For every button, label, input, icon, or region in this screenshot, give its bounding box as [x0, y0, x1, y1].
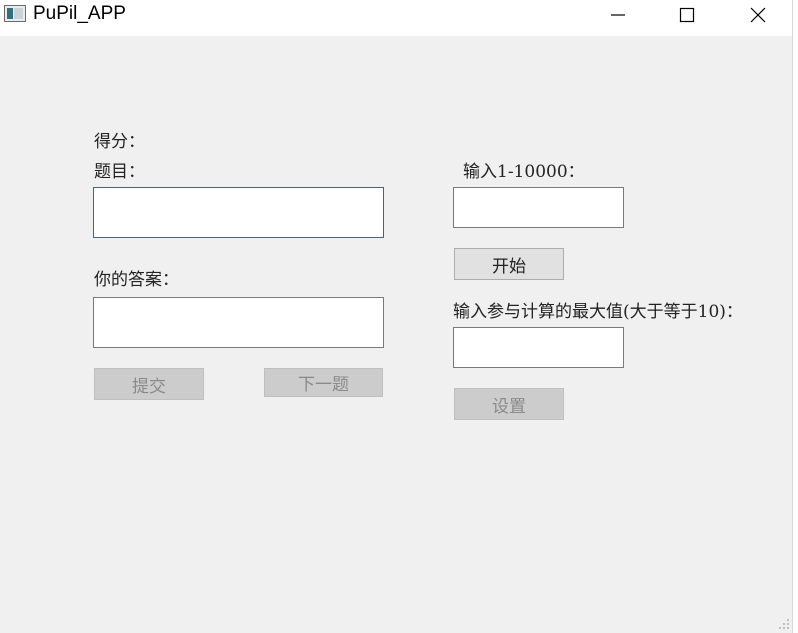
maximize-icon [679, 7, 695, 23]
window-right-edge [792, 0, 798, 633]
window-title: PuPil_APP [33, 3, 126, 24]
max-value-label: 输入参与计算的最大值(大于等于10)： [453, 302, 743, 322]
question-field[interactable] [93, 187, 384, 238]
maximize-button[interactable] [664, 0, 710, 30]
minimize-button[interactable] [595, 0, 641, 30]
answer-field[interactable] [93, 297, 384, 348]
title-bar[interactable]: PuPil_APP [0, 0, 792, 36]
close-button[interactable] [735, 0, 781, 30]
resize-grip-icon[interactable] [778, 618, 790, 630]
max-value-field[interactable] [453, 327, 624, 368]
start-button[interactable]: 开始 [454, 248, 564, 280]
score-label: 得分： [94, 132, 145, 152]
set-button[interactable]: 设置 [454, 388, 564, 420]
count-label: 输入1-10000： [463, 162, 585, 182]
close-icon [750, 7, 766, 23]
submit-button[interactable]: 提交 [94, 368, 204, 400]
window-app-icon [4, 5, 26, 22]
question-label: 题目： [94, 162, 145, 182]
answer-label: 你的答案： [94, 270, 179, 290]
count-field[interactable] [453, 187, 624, 228]
minimize-icon [611, 14, 625, 16]
next-question-button[interactable]: 下一题 [264, 368, 383, 397]
